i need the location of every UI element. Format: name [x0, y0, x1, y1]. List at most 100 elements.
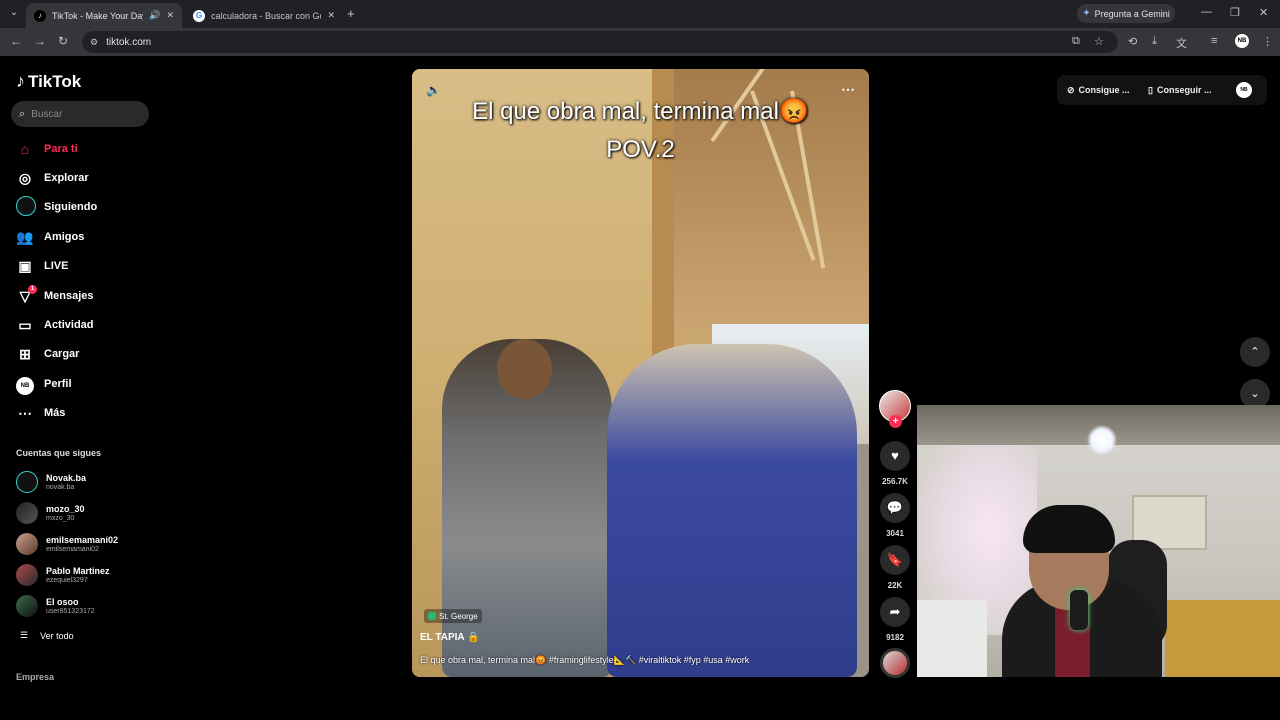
follow-plus-icon[interactable]: +	[889, 415, 902, 428]
maximize-icon[interactable]: ❐	[1230, 6, 1240, 19]
browser-menu-icon[interactable]: ⋮	[1262, 35, 1273, 48]
account-name: Novak.ba	[46, 472, 87, 483]
tiktok-note-icon: ♪	[16, 71, 25, 91]
video-person-left	[442, 339, 612, 677]
video-player[interactable]: 🔈 ⋯ El que obra mal, termina mal😡 POV.2 …	[412, 69, 869, 677]
nav-explorar[interactable]: ◎ Explorar	[16, 168, 89, 188]
url-field[interactable]: ⚙ tiktok.com ⧉ ☆	[82, 31, 1118, 53]
webcam-overlay	[917, 405, 1280, 677]
account-handle: novak.ba	[46, 483, 75, 491]
home-icon: ⌂	[20, 141, 30, 157]
video-person-right	[607, 344, 857, 677]
following-account[interactable]: El osoo user851323172	[16, 593, 95, 619]
caption-line: POV.2	[606, 136, 675, 163]
following-account[interactable]: Novak.ba novak.ba	[16, 469, 86, 495]
account-handle: user851323172	[46, 607, 95, 615]
nav-mas[interactable]: ⋯ Más	[16, 403, 65, 423]
history-icon[interactable]: ⟲	[1128, 35, 1137, 48]
tiktok-logo[interactable]: ♪ TikTok	[16, 71, 81, 92]
new-tab-icon[interactable]: +	[347, 6, 355, 21]
footer-company-link[interactable]: Empresa	[16, 672, 54, 682]
nav-label: Mensajes	[44, 290, 94, 302]
window-close-icon[interactable]: ✕	[1259, 6, 1268, 19]
download-icon[interactable]: ⤓	[1152, 35, 1157, 48]
share-count: 9182	[886, 633, 904, 642]
cam-light	[1087, 425, 1117, 455]
install-app-icon[interactable]: ⧉	[1072, 35, 1080, 48]
gemini-sparkle-icon: ✦	[1082, 8, 1091, 19]
gemini-button[interactable]: ✦ Pregunta a Gemini	[1077, 4, 1175, 23]
nav-label: Perfil	[44, 378, 72, 390]
music-disc-icon[interactable]	[880, 648, 910, 678]
search-placeholder: Buscar	[31, 108, 63, 120]
like-heart-icon[interactable]: ♥	[880, 441, 910, 471]
nav-amigos[interactable]: 👥 Amigos	[16, 227, 84, 247]
user-avatar[interactable]: NB	[1236, 82, 1252, 98]
translate-icon[interactable]: 文	[1176, 35, 1187, 51]
nav-siguiendo[interactable]: Siguiendo	[16, 195, 98, 217]
tab-tiktok[interactable]: ♪ TikTok - Make Your Day 🔊 ✕	[26, 3, 182, 28]
nav-cargar[interactable]: ⊞ Cargar	[16, 344, 79, 364]
account-handle: mxzo_30	[46, 514, 75, 522]
avatar	[16, 533, 38, 555]
see-all-link[interactable]: ☰ Ver todo	[20, 630, 74, 641]
location-label: St. George	[439, 611, 478, 621]
avatar	[16, 471, 38, 493]
nav-label: Amigos	[44, 231, 85, 243]
nav-live[interactable]: ▣ LIVE	[16, 256, 68, 276]
tab-audio-icon[interactable]: 🔊	[149, 10, 160, 21]
logo-text: TikTok	[28, 71, 82, 91]
compass-icon: ◎	[18, 169, 32, 186]
video-description: El que obra mal, termina mal😡 #framingli…	[420, 655, 750, 665]
back-icon[interactable]: ←	[10, 34, 22, 48]
account-name: Pablo Martinez	[46, 565, 110, 576]
nav-label: Más	[44, 407, 66, 419]
nav-actividad[interactable]: ▭ Actividad	[16, 315, 94, 335]
tab-close-icon[interactable]: ✕	[327, 10, 335, 21]
cam-shelf	[1165, 600, 1280, 677]
coin-icon: ⊘	[1067, 84, 1075, 95]
tiktok-favicon-icon: ♪	[34, 9, 46, 22]
following-account[interactable]: Pablo Martinez ezequiel3297	[16, 562, 110, 588]
video-author[interactable]: EL TAPIA 🔒	[420, 632, 480, 643]
location-pin-icon	[428, 612, 436, 620]
following-account[interactable]: mozo_30 mxzo_30	[16, 500, 85, 526]
nav-para-ti[interactable]: ⌂ Para ti	[16, 139, 78, 159]
url-text: tiktok.com	[106, 36, 152, 48]
search-icon: ⌕	[19, 107, 26, 120]
nav-label: Siguiendo	[44, 201, 98, 213]
previous-video-icon[interactable]: ⌃	[1240, 337, 1270, 367]
google-favicon-icon: G	[193, 9, 205, 22]
tab-title: calculadora - Buscar con Google	[211, 10, 321, 21]
reload-icon[interactable]: ↻	[58, 34, 68, 48]
search-input[interactable]: ⌕ Buscar	[11, 101, 149, 127]
nav-perfil[interactable]: NB Perfil	[16, 374, 72, 395]
tab-google[interactable]: G calculadora - Buscar con Google ✕	[185, 3, 343, 28]
share-icon[interactable]: ➦	[880, 597, 910, 627]
friends-icon: 👥	[16, 228, 34, 245]
nav-mensajes[interactable]: ▽ 1 Mensajes	[16, 284, 94, 306]
like-count: 256.7K	[882, 477, 908, 486]
location-tag[interactable]: St. George	[424, 609, 482, 623]
account-name: emilsemamani02	[46, 534, 119, 545]
following-account[interactable]: emilsemamani02 emilsemamani02	[16, 531, 118, 557]
bookmark-star-icon[interactable]: ☆	[1094, 35, 1104, 48]
tab-search-icon[interactable]: ⌄	[6, 5, 22, 21]
nav-label: Actividad	[44, 319, 94, 331]
browser-profile-avatar[interactable]: NB	[1235, 34, 1249, 48]
nav-label: Para ti	[44, 143, 78, 155]
phone-icon: ▯	[1148, 84, 1153, 95]
site-info-icon[interactable]: ⚙	[90, 37, 98, 48]
see-all-label: Ver todo	[40, 630, 74, 641]
more-icon: ⋯	[18, 404, 32, 421]
minimize-icon[interactable]: —	[1201, 6, 1212, 18]
comment-icon[interactable]: 💬	[880, 493, 910, 523]
media-controls-icon[interactable]: ≡	[1211, 35, 1217, 47]
bookmark-icon[interactable]: 🔖	[880, 545, 910, 575]
get-app-button[interactable]: ▯ Conseguir ...	[1148, 79, 1211, 101]
forward-icon[interactable]: →	[34, 34, 46, 48]
avatar	[16, 595, 38, 617]
cam-desk	[917, 600, 987, 677]
tab-close-icon[interactable]: ✕	[166, 10, 174, 21]
get-coins-button[interactable]: ⊘ Consigue ...	[1067, 79, 1130, 101]
